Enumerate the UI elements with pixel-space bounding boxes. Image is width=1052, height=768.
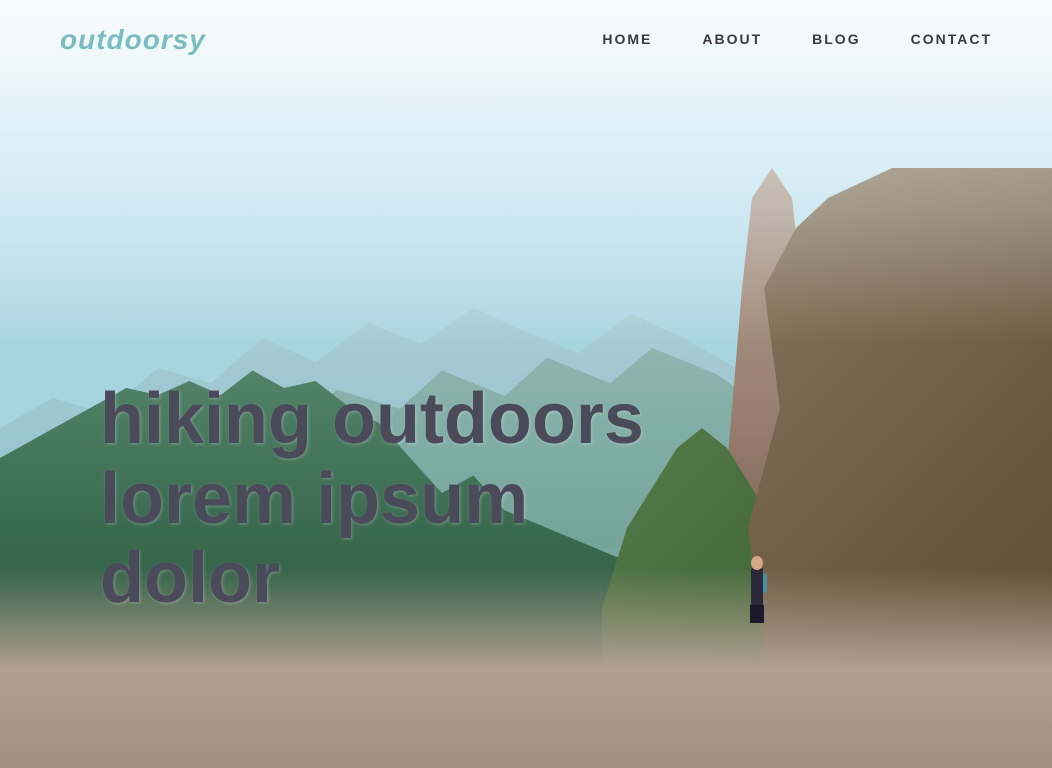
brand-logo[interactable]: outdoorsy: [60, 24, 206, 56]
hero-heading: hiking outdoors lorem ipsum dolor: [100, 380, 644, 618]
hiker-head: [751, 556, 763, 570]
hero-line-1: hiking outdoors: [100, 380, 644, 459]
nav-item-blog[interactable]: BLOG: [812, 31, 860, 49]
nav-item-contact[interactable]: CONTACT: [911, 31, 992, 49]
navbar: outdoorsy HOME ABOUT BLOG CONTACT: [0, 0, 1052, 80]
hero-text-block: hiking outdoors lorem ipsum dolor: [100, 380, 644, 618]
hiker-body: [751, 568, 763, 608]
hero-line-2: lorem ipsum: [100, 460, 644, 539]
nav-item-home[interactable]: HOME: [602, 31, 652, 49]
nav-link-home[interactable]: HOME: [602, 31, 652, 47]
hiker-legs: [750, 605, 764, 623]
nav-links: HOME ABOUT BLOG CONTACT: [602, 31, 992, 49]
nav-link-contact[interactable]: CONTACT: [911, 31, 992, 47]
nav-item-about[interactable]: ABOUT: [702, 31, 762, 49]
hiker-figure: [742, 528, 772, 608]
hero-line-3: dolor: [100, 539, 644, 618]
hero-section: outdoorsy HOME ABOUT BLOG CONTACT hiking…: [0, 0, 1052, 768]
nav-link-blog[interactable]: BLOG: [812, 31, 860, 47]
nav-link-about[interactable]: ABOUT: [702, 31, 762, 47]
